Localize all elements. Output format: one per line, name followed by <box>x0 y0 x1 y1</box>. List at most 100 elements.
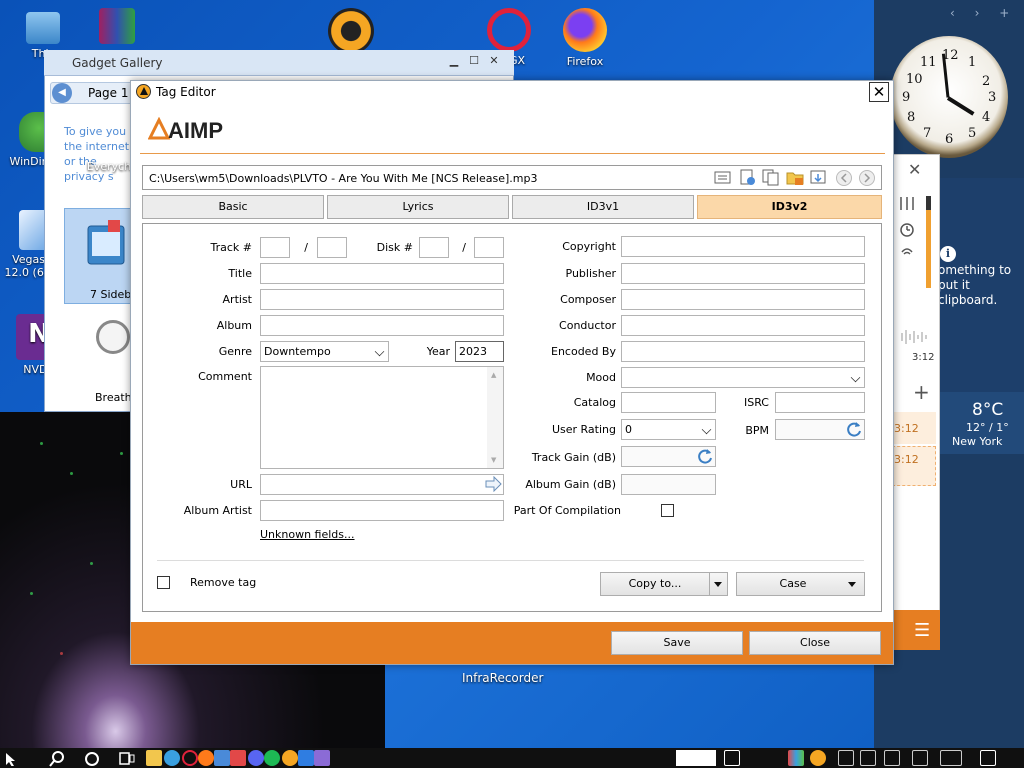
tab-lyrics[interactable]: Lyrics <box>327 195 509 219</box>
remove-tag-label: Remove tag <box>190 576 257 589</box>
conductor-field[interactable] <box>621 315 865 336</box>
clock-numeral: 11 <box>920 55 937 70</box>
bpm-detect-refresh-icon[interactable] <box>845 420 863 438</box>
start-cursor-icon[interactable] <box>4 752 18 766</box>
file-explorer-icon[interactable] <box>146 750 162 766</box>
previous-file-icon[interactable] <box>835 169 853 186</box>
taskbar-app-icon[interactable] <box>298 750 314 766</box>
isrc-field[interactable] <box>775 392 865 413</box>
taskbar-app-icon[interactable] <box>314 750 330 766</box>
title-label: Title <box>228 267 252 280</box>
save-button[interactable]: Save <box>611 631 743 655</box>
clock-numeral: 1 <box>968 55 977 70</box>
properties-icon[interactable] <box>739 169 757 186</box>
gadget-panel-controls[interactable]: ‹ › + <box>950 6 1020 24</box>
volume-muted-icon[interactable] <box>884 750 900 766</box>
track-number-field[interactable] <box>260 237 290 258</box>
tray-app-icon[interactable] <box>788 750 804 766</box>
add-icon[interactable]: + <box>913 380 930 404</box>
mood-select[interactable] <box>621 367 865 388</box>
scroll-up-icon[interactable]: ▲ <box>491 371 496 379</box>
opera-gx-taskbar-icon[interactable] <box>182 750 198 766</box>
case-dropdown-icon[interactable] <box>848 582 856 587</box>
info-icon: i <box>940 246 956 262</box>
catalog-field[interactable] <box>621 392 716 413</box>
case-button[interactable]: Case <box>736 572 865 596</box>
playlist-item[interactable] <box>892 446 936 486</box>
chevron-down-icon <box>374 346 385 357</box>
publisher-field[interactable] <box>621 263 865 284</box>
minimize-icon[interactable]: ▁ <box>444 54 464 72</box>
side-panel-controls[interactable] <box>897 194 919 264</box>
scroll-down-icon[interactable]: ▼ <box>491 456 496 464</box>
title-field[interactable] <box>260 263 504 284</box>
copy-to-dropdown-icon[interactable] <box>714 582 722 587</box>
desktop-icon-winrar[interactable] <box>82 8 152 47</box>
notifications-icon[interactable] <box>980 750 996 766</box>
firefox-taskbar-icon[interactable] <box>198 750 214 766</box>
album-gain-field[interactable] <box>621 474 716 495</box>
user-rating-select[interactable]: 0 <box>621 419 716 440</box>
close-button[interactable]: Close <box>749 631 881 655</box>
taskbar-app-icon[interactable] <box>214 750 230 766</box>
encoded-by-field[interactable] <box>621 341 865 362</box>
remove-tag-checkbox[interactable] <box>157 576 170 589</box>
tag-editor-titlebar[interactable] <box>131 81 893 103</box>
back-arrow-icon[interactable]: ◀ <box>52 83 72 103</box>
tab-id3v2[interactable]: ID3v2 <box>697 195 882 219</box>
spotify-icon[interactable] <box>264 750 280 766</box>
pen-icon[interactable] <box>912 750 928 766</box>
track-gain-refresh-icon[interactable] <box>696 447 714 465</box>
discord-icon[interactable] <box>248 750 264 766</box>
options-separator <box>157 560 864 561</box>
save-to-file-icon[interactable] <box>810 169 828 186</box>
album-field[interactable] <box>260 315 504 336</box>
news-icon[interactable] <box>724 750 740 766</box>
file-info-icon[interactable] <box>714 169 732 186</box>
desktop-icon-label: Firefox <box>566 55 604 68</box>
tab-id3v1[interactable]: ID3v1 <box>512 195 694 219</box>
artist-field[interactable] <box>260 289 504 310</box>
side-panel-close-icon[interactable]: ✕ <box>908 160 921 179</box>
cortana-icon[interactable] <box>83 750 101 768</box>
album-artist-label: Album Artist <box>183 504 252 517</box>
close-dialog-button[interactable]: ✕ <box>869 82 889 102</box>
composer-field[interactable] <box>621 289 865 310</box>
comment-textarea[interactable] <box>260 366 504 469</box>
album-artist-field[interactable] <box>260 500 504 521</box>
close-icon[interactable]: ✕ <box>484 54 504 72</box>
taskbar-app-icon[interactable] <box>230 750 246 766</box>
info-gadget-text: omething to put it clipboard. <box>938 263 1012 307</box>
unknown-fields-link[interactable]: Unknown fields... <box>260 528 355 541</box>
desktop-icon-firefox[interactable]: Firefox <box>550 8 620 68</box>
chevron-down-icon <box>850 372 861 383</box>
clock-gadget[interactable]: 12 1 2 3 4 5 6 7 8 9 10 11 <box>890 36 1008 158</box>
tray-icon[interactable] <box>838 750 854 766</box>
keyboard-icon[interactable] <box>940 750 962 766</box>
taskbar-search-box[interactable] <box>676 750 716 766</box>
open-folder-icon[interactable] <box>786 169 804 186</box>
taskbar-app-icon[interactable] <box>164 750 180 766</box>
next-file-icon[interactable] <box>858 169 876 186</box>
search-icon[interactable] <box>48 750 66 768</box>
disk-number-field[interactable] <box>419 237 449 258</box>
case-label: Case <box>779 577 807 590</box>
desktop-icon-opera-gx[interactable] <box>474 8 544 55</box>
disk-total-field[interactable] <box>474 237 504 258</box>
composer-label: Composer <box>560 293 616 306</box>
genre-select[interactable]: Downtempo <box>260 341 389 362</box>
desktop-icon-infrarecorder-label[interactable]: InfraRecorder <box>462 671 543 685</box>
task-view-icon[interactable] <box>118 750 136 768</box>
aimp-taskbar-icon[interactable] <box>282 750 298 766</box>
track-total-field[interactable] <box>317 237 347 258</box>
network-icon[interactable] <box>860 750 876 766</box>
hamburger-menu-icon[interactable]: ☰ <box>914 620 930 641</box>
maximize-icon[interactable]: ☐ <box>464 54 484 72</box>
gadget-gallery-message: To give you the internet or the privacy … <box>64 125 130 183</box>
part-of-compilation-checkbox[interactable] <box>661 504 674 517</box>
tab-basic[interactable]: Basic <box>142 195 324 219</box>
tray-search-icon[interactable] <box>810 750 826 766</box>
url-field[interactable] <box>260 474 504 495</box>
copyright-field[interactable] <box>621 236 865 257</box>
copy-icon[interactable] <box>762 169 780 186</box>
